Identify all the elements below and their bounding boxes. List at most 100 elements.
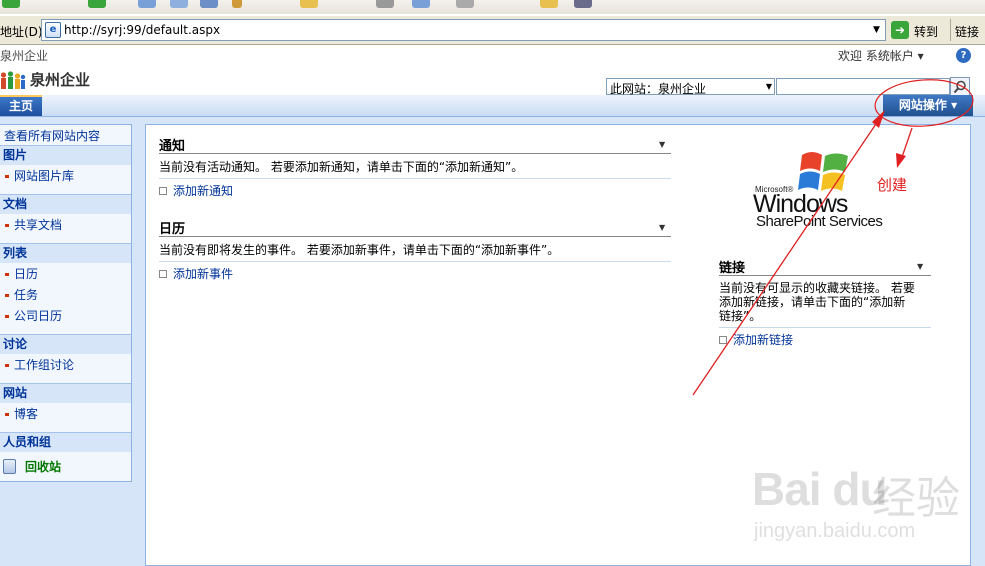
bullet-icon xyxy=(5,224,9,227)
bullet-icon xyxy=(5,364,9,367)
ql-heading-sites[interactable]: 网站 xyxy=(0,383,131,403)
add-link-link[interactable]: 添加新链接 xyxy=(719,331,793,348)
ql-item-picture-library[interactable]: 网站图片库 xyxy=(0,166,131,186)
webpart-title[interactable]: 链接 xyxy=(719,257,745,276)
add-announcement-label: 添加新通知 xyxy=(173,184,234,198)
webpart-title-rule xyxy=(719,275,931,276)
tab-home[interactable]: 主页 xyxy=(0,95,42,116)
bullet-icon xyxy=(5,175,9,178)
site-actions-button[interactable]: 网站操作 ▾ xyxy=(883,95,973,116)
ql-item-calendar[interactable]: 日历 xyxy=(0,264,131,284)
ql-heading-documents[interactable]: 文档 xyxy=(0,194,131,214)
links-button[interactable]: 链接 xyxy=(955,23,979,40)
webpart-divider xyxy=(159,178,671,179)
ql-item-company-calendar[interactable]: 公司日历 xyxy=(0,306,131,326)
messenger-icon[interactable] xyxy=(574,0,592,8)
add-event-label: 添加新事件 xyxy=(173,267,234,281)
site-logo-icon xyxy=(0,71,26,89)
address-url[interactable]: http://syrj:99/default.aspx xyxy=(64,23,220,37)
webpart-menu-icon[interactable]: ▼ xyxy=(659,140,665,149)
recycle-bin-link[interactable]: 回收站 xyxy=(0,455,131,479)
add-bullet-icon xyxy=(159,269,167,278)
add-link-label: 添加新链接 xyxy=(733,333,794,347)
annotation-label: 创建 xyxy=(877,176,908,194)
ql-heading-people-groups[interactable]: 人员和组 xyxy=(0,432,131,452)
bullet-icon xyxy=(5,294,9,297)
watermark-brand: Bai du xyxy=(752,463,888,515)
address-input[interactable]: e http://syrj:99/default.aspx ▼ xyxy=(41,19,886,41)
watermark: Bai du 经验 jingyan.baidu.com xyxy=(752,462,972,562)
webpart-menu-icon[interactable]: ▼ xyxy=(917,262,923,271)
recycle-bin-icon xyxy=(3,459,16,474)
home-icon[interactable] xyxy=(200,0,218,8)
webpart-divider xyxy=(159,261,671,262)
bullet-icon xyxy=(5,315,9,318)
history-icon[interactable] xyxy=(376,0,394,8)
back-icon[interactable] xyxy=(2,0,20,8)
ql-item-label: 工作组讨论 xyxy=(14,358,75,372)
watermark-brand-cn: 经验 xyxy=(872,473,960,524)
ql-item-label: 共享文档 xyxy=(14,218,63,232)
recycle-bin-label: 回收站 xyxy=(25,460,62,474)
ql-heading-pictures[interactable]: 图片 xyxy=(0,145,131,165)
search-scope-select[interactable]: 此网站：泉州企业 ▼ xyxy=(606,78,775,96)
quick-launch: 查看所有网站内容 图片 网站图片库 文档 共享文档 列表 日历 任务 公司日历 … xyxy=(0,124,132,482)
chevron-down-icon: ▼ xyxy=(765,82,772,91)
edit-icon[interactable] xyxy=(232,0,242,8)
add-bullet-icon xyxy=(159,186,167,195)
search-button[interactable] xyxy=(950,77,970,96)
browser-toolbar xyxy=(0,0,985,14)
folder-icon[interactable] xyxy=(540,0,558,8)
webpart-empty-text: 当前没有活动通知。 若要添加新通知，请单击下面的“添加新通知”。 xyxy=(159,160,524,174)
go-arrow-icon: ➜ xyxy=(891,21,909,39)
ql-item-shared-documents[interactable]: 共享文档 xyxy=(0,215,131,235)
breadcrumb[interactable]: 泉州企业 xyxy=(0,47,48,64)
site-title[interactable]: 泉州企业 xyxy=(30,69,90,90)
webpart-title-rule xyxy=(159,236,671,237)
webpart-menu-icon[interactable]: ▼ xyxy=(659,223,665,232)
webpart-divider xyxy=(719,327,931,328)
welcome-menu[interactable]: 欢迎 系统帐户 ▾ xyxy=(838,47,924,64)
help-icon[interactable]: ? xyxy=(956,48,971,63)
search-input[interactable] xyxy=(776,78,950,95)
address-label: 地址(D) xyxy=(0,25,43,39)
ql-item-team-discussion[interactable]: 工作组讨论 xyxy=(0,355,131,375)
add-bullet-icon xyxy=(719,335,727,344)
mail-icon[interactable] xyxy=(412,0,430,8)
ql-item-label: 博客 xyxy=(14,407,39,421)
ql-item-blog[interactable]: 博客 xyxy=(0,404,131,424)
webpart-empty-text: 当前没有即将发生的事件。 若要添加新事件，请单击下面的“添加新事件”。 xyxy=(159,243,560,257)
address-dropdown-icon[interactable]: ▼ xyxy=(868,20,885,40)
view-all-site-content-link[interactable]: 查看所有网站内容 xyxy=(4,127,100,144)
address-bar: 地址(D) e http://syrj:99/default.aspx ▼ ➜ … xyxy=(0,15,985,45)
print-icon[interactable] xyxy=(456,0,474,8)
go-button[interactable]: ➜ 转到 xyxy=(889,20,947,40)
ql-item-label: 任务 xyxy=(14,288,39,302)
webpart-empty-text-3: 链接”。 xyxy=(719,309,762,323)
add-announcement-link[interactable]: 添加新通知 xyxy=(159,182,233,199)
announcements-webpart: 通知 ▼ 当前没有活动通知。 若要添加新通知，请单击下面的“添加新通知”。 添加… xyxy=(159,135,671,199)
top-navigation: 主页 网站操作 ▾ xyxy=(0,95,985,117)
favorites-icon[interactable] xyxy=(300,0,318,8)
ql-heading-lists[interactable]: 列表 xyxy=(0,243,131,263)
add-event-link[interactable]: 添加新事件 xyxy=(159,265,233,282)
toolbar-separator xyxy=(950,19,951,41)
ql-item-tasks[interactable]: 任务 xyxy=(0,285,131,305)
search-icon xyxy=(953,80,966,94)
sharepoint-services-wordmark: SharePoint Services xyxy=(756,213,883,230)
watermark-url: jingyan.baidu.com xyxy=(754,520,916,542)
ql-item-label: 网站图片库 xyxy=(14,169,75,183)
refresh-icon[interactable] xyxy=(170,0,188,8)
calendar-webpart: 日历 ▼ 当前没有即将发生的事件。 若要添加新事件，请单击下面的“添加新事件”。… xyxy=(159,218,671,282)
bullet-icon xyxy=(5,273,9,276)
webpart-title[interactable]: 日历 xyxy=(159,218,185,237)
bullet-icon xyxy=(5,413,9,416)
ql-heading-discussions[interactable]: 讨论 xyxy=(0,334,131,354)
ql-item-label: 公司日历 xyxy=(14,309,63,323)
forward-icon[interactable] xyxy=(88,0,106,8)
stop-icon[interactable] xyxy=(138,0,156,8)
webpart-title-rule xyxy=(159,153,671,154)
webpart-title[interactable]: 通知 xyxy=(159,135,185,154)
go-label: 转到 xyxy=(914,25,939,39)
page-icon: e xyxy=(45,22,61,38)
